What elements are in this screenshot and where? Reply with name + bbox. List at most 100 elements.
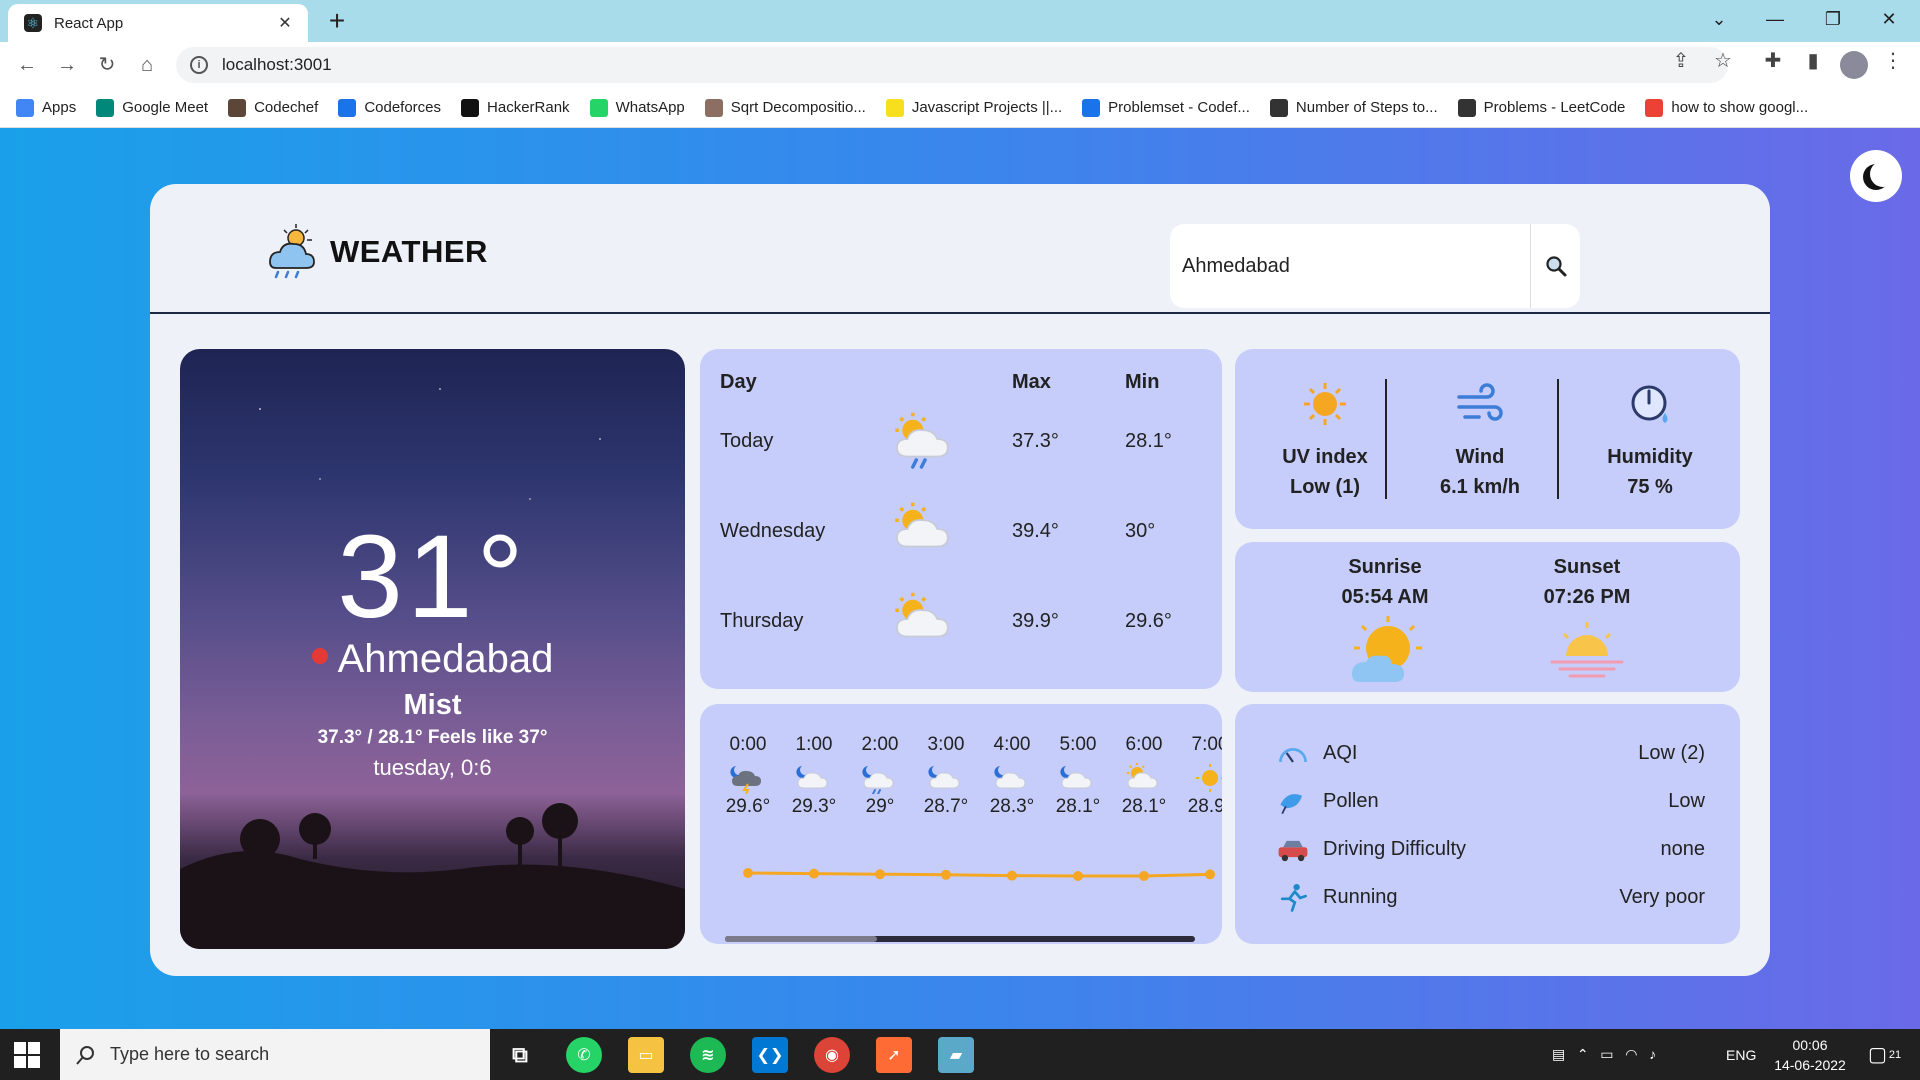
search-icon (76, 1045, 94, 1065)
clock-time: 00:06 (1792, 1037, 1828, 1053)
new-tab-button[interactable]: + (322, 6, 352, 36)
sun-cloud-icon (895, 502, 949, 548)
taskbar-search[interactable]: Type here to search (60, 1029, 490, 1080)
bookmark-item[interactable]: how to show googl... (1645, 98, 1808, 117)
moon-cloud-icon (928, 766, 960, 789)
file-explorer-icon[interactable]: ▭ (628, 1037, 664, 1073)
bookmark-item[interactable]: Sqrt Decompositio... (704, 98, 866, 117)
daily-forecast-panel: Day Max Min Today 37.3° 28.1° Wednesday 39.4… (700, 349, 1222, 689)
temp-point (1073, 871, 1083, 881)
site-info-icon[interactable]: i (190, 56, 208, 74)
tab-close-icon[interactable]: ✕ (274, 13, 296, 33)
chrome-icon[interactable]: ◉ (814, 1037, 850, 1073)
app-header: WEATHER (150, 184, 1770, 314)
address-bar[interactable]: i localhost:3001 (176, 47, 1728, 83)
forecast-min: 28.1° (1125, 430, 1172, 452)
bookmark-label: WhatsApp (615, 99, 685, 116)
aq-icon-wrap (1275, 738, 1311, 770)
spotify-icon[interactable]: ≋ (690, 1037, 726, 1073)
moon-cloud-icon (994, 766, 1026, 789)
forward-arrow-icon[interactable]: → (52, 50, 82, 80)
bookmark-label: Problems - LeetCode (1483, 99, 1626, 116)
hourly-time: 2:00 (861, 734, 899, 755)
sqrt-icon (704, 98, 723, 117)
hourly-item: 1:00 29.3° (784, 734, 844, 818)
sunset-icon (1550, 622, 1624, 678)
share-icon[interactable]: ⇪ (1666, 48, 1696, 73)
air-quality-row: Driving Difficulty none (1275, 830, 1705, 870)
clock-date: 14-06-2022 (1774, 1057, 1846, 1073)
city-search (1170, 224, 1580, 308)
minimize-button[interactable]: — (1752, 6, 1798, 32)
hourly-forecast-panel[interactable]: 0:00 29.6° 1:00 29.3° 2:00 29° 3:00 28.7° 4:00 28… (700, 704, 1222, 944)
city-search-input[interactable] (1170, 224, 1530, 308)
forecast-icon-wrap (890, 499, 960, 569)
bookmark-item[interactable]: Codeforces (338, 98, 441, 117)
weather-page: WEATHER Ahmedabad 31° Ahmedabad Mist 37.… (0, 128, 1920, 1029)
whatsapp-app-icon[interactable]: ✆ (566, 1037, 602, 1073)
notification-count: 21 (1888, 1048, 1902, 1061)
bookmark-item[interactable]: Apps (16, 98, 76, 117)
search-button[interactable] (1530, 224, 1580, 308)
bookmark-item[interactable]: Problems - LeetCode (1457, 98, 1626, 117)
dark-mode-toggle[interactable] (1850, 150, 1902, 202)
side-panel-icon[interactable]: ▮ (1798, 48, 1828, 73)
bookmark-item[interactable]: Codechef (228, 98, 318, 117)
restore-button[interactable]: ❐ (1810, 6, 1856, 32)
taskbar-clock[interactable]: 00:06 14-06-2022 (1770, 1035, 1850, 1075)
back-arrow-icon[interactable]: ← (12, 50, 42, 80)
tab-search-chevron-icon[interactable]: ⌄ (1696, 6, 1742, 32)
url-text: localhost:3001 (222, 55, 332, 74)
task-view-icon[interactable]: ⧉ (502, 1037, 538, 1073)
aq-icon-wrap (1275, 882, 1311, 914)
home-icon[interactable]: ⌂ (132, 50, 162, 80)
aq-value: none (1660, 838, 1706, 860)
hourly-item: 4:00 28.3° (982, 734, 1042, 818)
temp-point (809, 868, 819, 879)
sun-times-panel: Sunrise 05:54 AM Sunset 07:26 PM (1235, 542, 1740, 692)
temp-point (743, 868, 753, 878)
close-window-button[interactable]: ✕ (1866, 6, 1912, 32)
hourly-temp: 28.1° (1055, 796, 1101, 817)
bookmark-star-icon[interactable]: ☆ (1708, 48, 1738, 73)
current-temperature: 31° (337, 511, 528, 643)
notes-app-icon[interactable]: ▰ (938, 1037, 974, 1073)
bookmark-item[interactable]: Problemset - Codef... (1082, 98, 1250, 117)
humidity-stat: Humidity 75 % (1570, 379, 1730, 502)
notification-center-icon[interactable]: ▢ 21 (1868, 1029, 1901, 1080)
hourly-item: 3:00 28.7° (916, 734, 976, 818)
windows-start-icon[interactable] (14, 1042, 40, 1068)
leetcode-icon (1269, 98, 1288, 117)
bookmark-item[interactable]: HackerRank (461, 98, 570, 117)
hourly-icon-wrap (794, 762, 834, 794)
temp-point (941, 869, 951, 880)
running-icon (1280, 883, 1307, 912)
gauge-icon (1279, 748, 1307, 763)
bookmark-item[interactable]: Javascript Projects ||... (885, 98, 1062, 117)
postman-icon[interactable]: ➚ (876, 1037, 912, 1073)
reload-icon[interactable]: ↻ (92, 50, 122, 80)
sunset-label: Sunset (1553, 556, 1621, 578)
language-indicator[interactable]: ENG (1726, 1029, 1756, 1080)
browser-tab[interactable]: ⚛ React App ✕ (8, 4, 308, 42)
menu-kebab-icon[interactable]: ⋮ (1878, 48, 1908, 73)
hourly-scrollbar-thumb[interactable] (725, 936, 877, 942)
bookmark-item[interactable]: Google Meet (96, 98, 208, 117)
humidity-gauge-icon (1631, 385, 1668, 423)
tray-icons[interactable]: ▤ ⌃ ▭ ◠ ♪ (1552, 1029, 1656, 1080)
whatsapp-icon (589, 98, 608, 117)
divider (1557, 379, 1559, 499)
bookmark-item[interactable]: WhatsApp (589, 98, 685, 117)
profile-avatar[interactable] (1840, 51, 1868, 79)
hourly-icon-wrap (992, 762, 1032, 794)
browser-tab-bar: ⚛ React App ✕ + ⌄ — ❐ ✕ (0, 0, 1920, 42)
temp-point (1205, 869, 1215, 880)
google-meet-icon (96, 98, 115, 117)
forecast-max: 37.3° (1012, 430, 1059, 452)
extensions-puzzle-icon[interactable]: ✚ (1758, 48, 1788, 73)
vscode-icon[interactable]: ❮❯ (752, 1037, 788, 1073)
moon-cloud-icon (796, 766, 828, 789)
hourly-time: 5:00 (1059, 734, 1097, 755)
bookmark-item[interactable]: Number of Steps to... (1269, 98, 1438, 117)
forecast-max: 39.9° (1012, 610, 1059, 632)
